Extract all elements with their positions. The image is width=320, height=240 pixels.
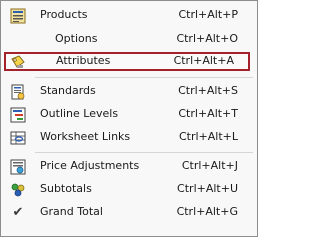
menu-item-shortcut: Ctrl+Alt+P bbox=[178, 8, 238, 21]
menu-item-price-adjustments[interactable]: Price Adjustments Ctrl+Alt+J bbox=[2, 157, 256, 176]
menu-item-shortcut: Ctrl+Alt+T bbox=[178, 107, 238, 120]
menu-item-shortcut: Ctrl+Alt+A bbox=[173, 54, 234, 67]
menu-item-shortcut: Ctrl+Alt+S bbox=[178, 84, 238, 97]
menu-separator bbox=[35, 152, 253, 153]
menu-item-label: Worksheet Links bbox=[40, 130, 131, 143]
menu-separator bbox=[35, 77, 253, 78]
menu-item-shortcut: Ctrl+Alt+J bbox=[181, 159, 238, 172]
menu-item-label: Standards bbox=[40, 84, 96, 97]
menu-item-label: Products bbox=[40, 8, 88, 21]
outline-levels-icon bbox=[10, 107, 26, 123]
attributes-icon bbox=[10, 54, 26, 70]
menu-item-label: Price Adjustments bbox=[40, 159, 140, 172]
menu-item-label: Subtotals bbox=[40, 182, 92, 195]
menu-item-shortcut: Ctrl+Alt+G bbox=[176, 205, 238, 218]
context-menu: Products Ctrl+Alt+P Options Ctrl+Alt+O A… bbox=[0, 0, 258, 237]
standards-icon bbox=[10, 84, 26, 100]
menu-item-standards[interactable]: Standards Ctrl+Alt+S bbox=[2, 82, 256, 101]
menu-item-worksheet-links[interactable]: Worksheet Links Ctrl+Alt+L bbox=[2, 128, 256, 147]
check-icon: ✔ bbox=[12, 205, 24, 220]
menu-item-options[interactable]: Options Ctrl+Alt+O bbox=[2, 30, 256, 49]
menu-item-label: Grand Total bbox=[40, 205, 103, 218]
subtotals-icon bbox=[10, 182, 26, 198]
products-icon bbox=[10, 8, 26, 24]
menu-item-attributes[interactable]: Attributes Ctrl+Alt+A bbox=[4, 52, 250, 71]
price-adjustments-icon bbox=[10, 159, 26, 175]
menu-item-grand-total[interactable]: ✔ Grand Total Ctrl+Alt+G bbox=[2, 203, 256, 222]
menu-item-shortcut: Ctrl+Alt+L bbox=[178, 130, 238, 143]
menu-item-outline-levels[interactable]: Outline Levels Ctrl+Alt+T bbox=[2, 105, 256, 124]
menu-item-label: Attributes bbox=[56, 54, 111, 67]
menu-item-shortcut: Ctrl+Alt+O bbox=[176, 32, 238, 45]
menu-item-products[interactable]: Products Ctrl+Alt+P bbox=[2, 6, 256, 25]
menu-item-label: Options bbox=[55, 32, 98, 45]
worksheet-links-icon bbox=[10, 130, 26, 146]
menu-item-shortcut: Ctrl+Alt+U bbox=[177, 182, 238, 195]
menu-item-label: Outline Levels bbox=[40, 107, 119, 120]
menu-item-subtotals[interactable]: Subtotals Ctrl+Alt+U bbox=[2, 180, 256, 199]
